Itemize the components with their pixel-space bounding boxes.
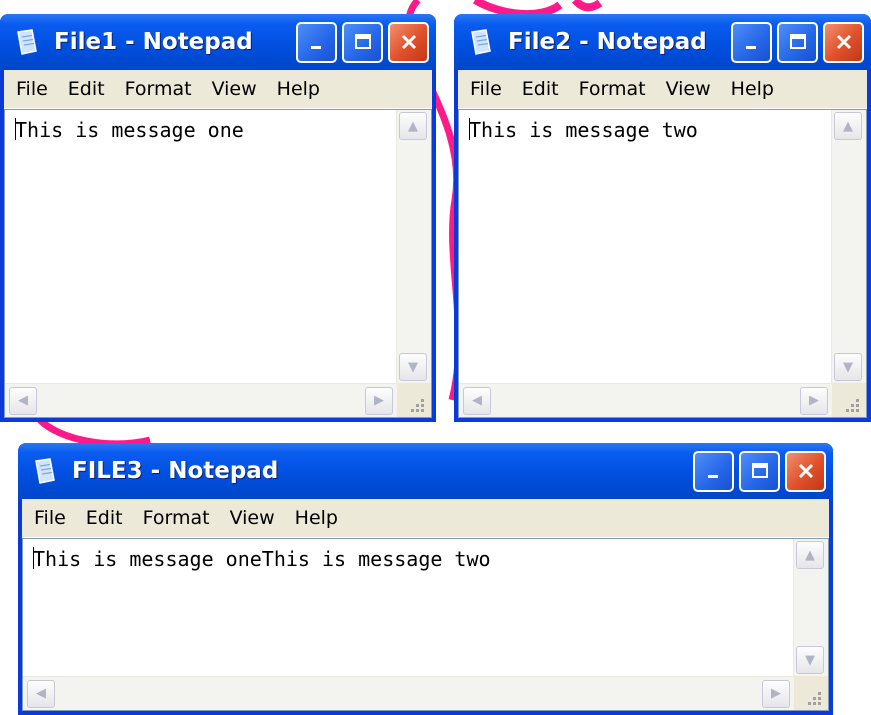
close-button[interactable]	[823, 21, 864, 63]
close-icon	[836, 34, 851, 50]
vertical-scroll-track[interactable]	[397, 142, 431, 351]
scroll-left-arrow-icon: ◀	[472, 393, 482, 408]
text-caret	[469, 118, 470, 140]
maximize-icon	[789, 34, 806, 49]
size-grip-icon	[808, 692, 821, 705]
minimize-button[interactable]	[731, 21, 772, 63]
menu-help[interactable]: Help	[277, 78, 320, 100]
window-title: File2 - Notepad	[508, 29, 707, 55]
scroll-right-arrow-icon: ▶	[374, 393, 384, 408]
minimize-button[interactable]	[693, 450, 734, 492]
scroll-down-arrow-icon: ▼	[805, 652, 815, 668]
vertical-scroll-track[interactable]	[794, 571, 828, 644]
size-grip-icon	[411, 399, 424, 412]
text-editor[interactable]: This is message one	[5, 110, 396, 383]
menu-bar: File Edit Format View Help	[458, 70, 867, 109]
title-bar[interactable]: File2 - Notepad	[454, 14, 871, 70]
maximize-icon	[354, 34, 371, 49]
scroll-up-arrow-icon: ▲	[408, 118, 418, 134]
menu-bar: File Edit Format View Help	[4, 70, 432, 109]
vertical-scroll-track[interactable]	[832, 142, 866, 351]
size-grip[interactable]	[832, 383, 866, 417]
scroll-left-arrow-icon: ◀	[18, 393, 28, 408]
editor-area: This is message one ▲ ▼ ◀ ▶	[4, 109, 432, 418]
horizontal-scrollbar[interactable]: ◀ ▶	[459, 383, 832, 417]
minimize-icon	[745, 46, 756, 49]
vertical-scrollbar[interactable]: ▲ ▼	[831, 110, 866, 383]
menu-edit[interactable]: Edit	[522, 78, 559, 100]
title-bar[interactable]: FILE3 - Notepad	[18, 443, 833, 499]
scroll-right-arrow-icon: ▶	[771, 686, 781, 701]
close-icon	[798, 463, 813, 479]
notepad-window-file3[interactable]: FILE3 - Notepad File Edit Format View He…	[18, 443, 833, 715]
editor-text: This is message two	[469, 118, 698, 142]
menu-edit[interactable]: Edit	[68, 78, 105, 100]
close-button[interactable]	[785, 450, 826, 492]
menu-file[interactable]: File	[470, 78, 502, 100]
scroll-up-button[interactable]: ▲	[796, 541, 824, 569]
editor-area: This is message two ▲ ▼ ◀ ▶	[458, 109, 867, 418]
menu-format[interactable]: Format	[143, 507, 210, 529]
size-grip[interactable]	[794, 676, 828, 710]
menu-format[interactable]: Format	[125, 78, 192, 100]
scroll-right-button[interactable]: ▶	[800, 386, 828, 415]
menu-view[interactable]: View	[212, 78, 257, 100]
notepad-icon	[35, 458, 55, 484]
editor-text: This is message oneThis is message two	[33, 547, 491, 571]
scroll-right-arrow-icon: ▶	[809, 393, 819, 408]
horizontal-scrollbar[interactable]: ◀ ▶	[5, 383, 397, 417]
text-editor[interactable]: This is message two	[459, 110, 831, 383]
notepad-icon	[471, 29, 491, 55]
minimize-icon	[707, 475, 718, 478]
scroll-right-button[interactable]: ▶	[365, 386, 393, 415]
maximize-icon	[751, 463, 768, 478]
size-grip[interactable]	[397, 383, 431, 417]
title-bar[interactable]: File1 - Notepad	[0, 14, 436, 70]
scroll-down-button[interactable]: ▼	[834, 353, 862, 381]
text-editor[interactable]: This is message oneThis is message two	[23, 539, 793, 676]
maximize-button[interactable]	[777, 21, 818, 63]
scroll-left-button[interactable]: ◀	[9, 386, 37, 415]
window-title: FILE3 - Notepad	[72, 458, 279, 484]
maximize-button[interactable]	[342, 21, 383, 63]
scroll-up-button[interactable]: ▲	[834, 112, 862, 140]
minimize-icon	[310, 46, 321, 49]
scroll-left-button[interactable]: ◀	[27, 679, 55, 708]
maximize-button[interactable]	[739, 450, 780, 492]
scroll-left-button[interactable]: ◀	[463, 386, 491, 415]
text-caret	[15, 118, 16, 140]
scroll-up-button[interactable]: ▲	[399, 112, 427, 140]
vertical-scrollbar[interactable]: ▲ ▼	[793, 539, 828, 676]
scroll-up-arrow-icon: ▲	[805, 547, 815, 563]
menu-help[interactable]: Help	[731, 78, 774, 100]
notepad-window-file2[interactable]: File2 - Notepad File Edit Format View He…	[454, 14, 871, 422]
minimize-button[interactable]	[296, 21, 337, 63]
scroll-down-arrow-icon: ▼	[843, 359, 853, 375]
scroll-down-button[interactable]: ▼	[796, 646, 824, 674]
menu-help[interactable]: Help	[295, 507, 338, 529]
menu-view[interactable]: View	[230, 507, 275, 529]
close-button[interactable]	[388, 21, 429, 63]
menu-file[interactable]: File	[34, 507, 66, 529]
menu-bar: File Edit Format View Help	[22, 499, 829, 538]
menu-view[interactable]: View	[666, 78, 711, 100]
scroll-down-button[interactable]: ▼	[399, 353, 427, 381]
menu-format[interactable]: Format	[579, 78, 646, 100]
notepad-icon	[17, 29, 37, 55]
scroll-up-arrow-icon: ▲	[843, 118, 853, 134]
scroll-left-arrow-icon: ◀	[36, 686, 46, 701]
scroll-right-button[interactable]: ▶	[762, 679, 790, 708]
notepad-window-file1[interactable]: File1 - Notepad File Edit Format View He…	[0, 14, 436, 422]
menu-file[interactable]: File	[16, 78, 48, 100]
editor-area: This is message oneThis is message two ▲…	[22, 538, 829, 711]
menu-edit[interactable]: Edit	[86, 507, 123, 529]
horizontal-scrollbar[interactable]: ◀ ▶	[23, 676, 794, 710]
scroll-down-arrow-icon: ▼	[408, 359, 418, 375]
close-icon	[401, 34, 416, 50]
text-caret	[33, 547, 34, 569]
window-title: File1 - Notepad	[54, 29, 253, 55]
editor-text: This is message one	[15, 118, 244, 142]
vertical-scrollbar[interactable]: ▲ ▼	[396, 110, 431, 383]
size-grip-icon	[846, 399, 859, 412]
